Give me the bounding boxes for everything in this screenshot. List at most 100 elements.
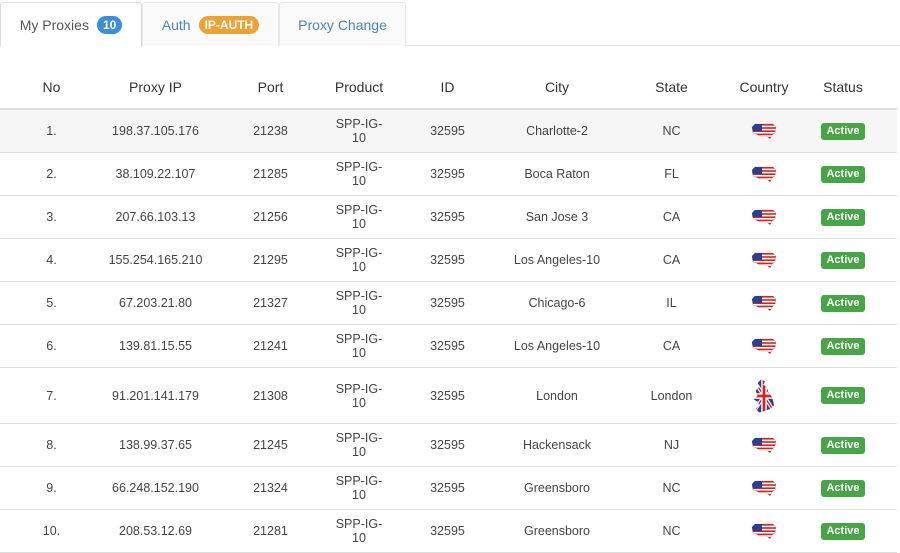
state: FL — [604, 152, 739, 196]
country — [739, 238, 789, 282]
city: Boca Raton — [510, 152, 604, 196]
country — [739, 367, 789, 424]
status-cell: Active — [789, 367, 897, 424]
us-flag-icon — [750, 435, 778, 455]
us-flag-icon — [750, 478, 778, 498]
country — [739, 152, 789, 196]
city: Los Angeles-10 — [510, 238, 604, 282]
tab-proxy-change[interactable]: Proxy Change — [279, 2, 406, 46]
city: Charlotte-2 — [510, 109, 604, 153]
proxy-id: 32595 — [385, 238, 510, 282]
status-badge: Active — [821, 337, 865, 355]
product: SPP-IG-10 — [333, 238, 385, 282]
table-row: 9. 66.248.152.190 21324 SPP-IG-10 32595 Green… — [0, 466, 897, 510]
status-badge: Active — [821, 522, 865, 540]
header-no: No — [0, 65, 103, 110]
state: NJ — [604, 423, 739, 467]
row-number: 6. — [0, 324, 103, 368]
proxy-id: 32595 — [385, 109, 510, 153]
header-proxy-ip: Proxy IP — [103, 65, 208, 110]
row-number: 2. — [0, 152, 103, 196]
us-flag-icon — [750, 521, 778, 541]
header-city: City — [510, 65, 604, 110]
status-badge: Active — [821, 122, 865, 140]
status-cell: Active — [789, 324, 897, 368]
row-number: 7. — [0, 367, 103, 424]
status-cell: Active — [789, 281, 897, 325]
state: CA — [604, 238, 739, 282]
product: SPP-IG-10 — [333, 281, 385, 325]
us-flag-icon — [750, 250, 778, 270]
port: 21245 — [208, 423, 333, 467]
row-number: 5. — [0, 281, 103, 325]
us-flag-icon — [750, 121, 778, 141]
proxy-ip: 207.66.103.13 — [103, 195, 208, 239]
country — [739, 466, 789, 510]
status-cell: Active — [789, 238, 897, 282]
city: Greensboro — [510, 509, 604, 553]
us-flag-icon — [750, 164, 778, 184]
proxy-id: 32595 — [385, 509, 510, 553]
country — [739, 109, 789, 153]
status-badge: Active — [821, 294, 865, 312]
product: SPP-IG-10 — [333, 466, 385, 510]
status-cell: Active — [789, 423, 897, 467]
port: 21327 — [208, 281, 333, 325]
country — [739, 195, 789, 239]
table-row: 10. 208.53.12.69 21281 SPP-IG-10 32595 Greens… — [0, 509, 897, 553]
header-country: Country — [739, 65, 789, 110]
product: SPP-IG-10 — [333, 423, 385, 467]
proxy-id: 32595 — [385, 152, 510, 196]
port: 21241 — [208, 324, 333, 368]
header-id: ID — [385, 65, 510, 110]
tab-auth[interactable]: Auth IP-AUTH — [142, 2, 279, 46]
table-row: 6. 139.81.15.55 21241 SPP-IG-10 32595 Los Ang… — [0, 324, 897, 368]
header-state: State — [604, 65, 739, 110]
proxy-id: 32595 — [385, 281, 510, 325]
proxy-ip: 139.81.15.55 — [103, 324, 208, 368]
port: 21295 — [208, 238, 333, 282]
country — [739, 324, 789, 368]
us-flag-icon — [750, 293, 778, 313]
row-number: 8. — [0, 423, 103, 467]
status-badge: Active — [821, 479, 865, 497]
proxy-ip: 91.201.141.179 — [103, 367, 208, 424]
port: 21256 — [208, 195, 333, 239]
row-number: 9. — [0, 466, 103, 510]
proxy-count-badge: 10 — [96, 15, 123, 34]
country — [739, 423, 789, 467]
table-row: 8. 138.99.37.65 21245 SPP-IG-10 32595 Hackens… — [0, 423, 897, 467]
table-row: 1. 198.37.105.176 21238 SPP-IG-10 32595 Charl… — [0, 109, 897, 153]
product: SPP-IG-10 — [333, 367, 385, 424]
proxy-id: 32595 — [385, 423, 510, 467]
city: San Jose 3 — [510, 195, 604, 239]
status-badge: Active — [821, 436, 865, 454]
product: SPP-IG-10 — [333, 324, 385, 368]
proxy-id: 32595 — [385, 324, 510, 368]
state: CA — [604, 195, 739, 239]
port: 21281 — [208, 509, 333, 553]
port: 21238 — [208, 109, 333, 153]
state: NC — [604, 109, 739, 153]
tab-proxy-change-label: Proxy Change — [298, 16, 387, 33]
tab-my-proxies[interactable]: My Proxies 10 — [0, 2, 142, 47]
city: Greensboro — [510, 466, 604, 510]
product: SPP-IG-10 — [333, 509, 385, 553]
proxy-id: 32595 — [385, 367, 510, 424]
status-cell: Active — [789, 152, 897, 196]
city: Chicago-6 — [510, 281, 604, 325]
tab-bar: My Proxies 10 Auth IP-AUTH Proxy Change — [0, 0, 900, 47]
us-flag-icon — [750, 336, 778, 356]
table-header-row: No Proxy IP Port Product ID City State Country S… — [0, 65, 897, 110]
country — [739, 509, 789, 553]
city: Hackensack — [510, 423, 604, 467]
status-badge: Active — [821, 251, 865, 269]
state: NC — [604, 466, 739, 510]
header-product: Product — [333, 65, 385, 110]
auth-type-badge: IP-AUTH — [198, 15, 260, 34]
port: 21324 — [208, 466, 333, 510]
product: SPP-IG-10 — [333, 195, 385, 239]
country — [739, 281, 789, 325]
status-cell: Active — [789, 466, 897, 510]
product: SPP-IG-10 — [333, 152, 385, 196]
